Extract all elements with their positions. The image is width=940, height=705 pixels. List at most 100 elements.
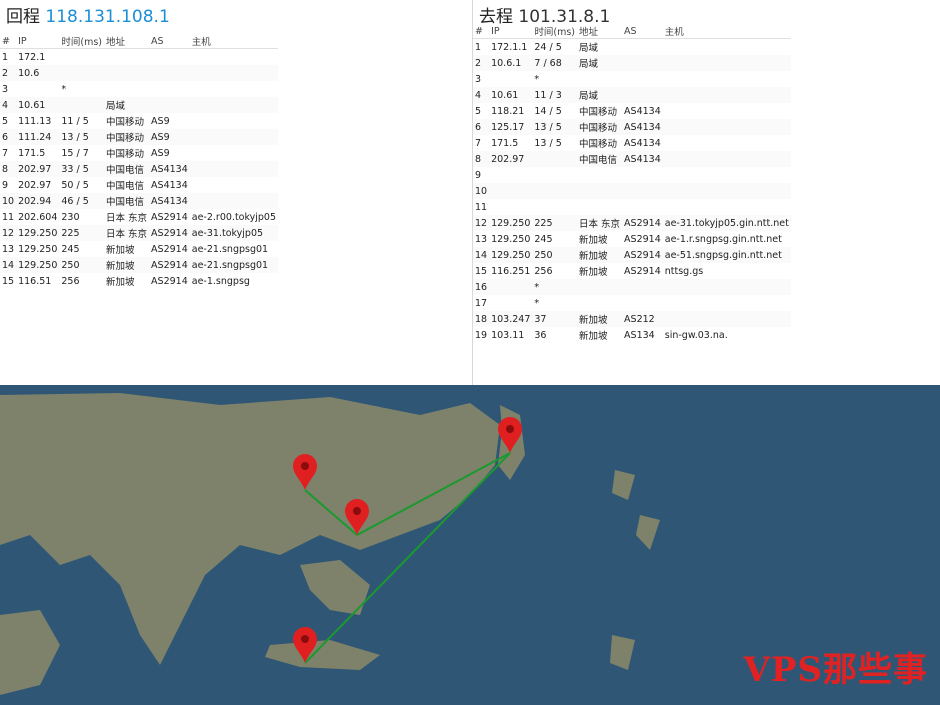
hop-cell: AS4134 — [151, 179, 188, 191]
hop-cell: 111.13 — [18, 115, 52, 127]
traceroute-panel-return: 回程 118.131.108.1 # IP 时间(ms) 地址 AS 主机 1 172.1 2… — [0, 0, 472, 385]
hop-cell — [189, 193, 279, 209]
hop-cell: AS9 — [149, 129, 190, 145]
hop-cell — [622, 39, 663, 56]
hop-cell: 37 — [532, 311, 578, 327]
hop-cell: ae-31.tokyjp05 — [189, 225, 279, 241]
hop-cell: 中国移动 — [106, 117, 145, 128]
hop-cell: 3 — [475, 73, 482, 85]
hop-cell: sin-gw.03.na. — [664, 329, 728, 341]
hop-cell: 中国移动 — [579, 139, 618, 150]
column-header: 时间(ms) — [532, 24, 578, 39]
hop-cell — [577, 167, 622, 183]
hop-cell: 11 — [2, 211, 15, 223]
hop-cell: 局域 — [579, 43, 599, 54]
hop-cell: 7 — [475, 137, 482, 149]
hop-row: 4 10.61 局域 — [0, 97, 279, 113]
hop-cell: 14 / 5 — [534, 105, 562, 117]
hop-cell — [577, 183, 623, 199]
route-map[interactable]: VPS那些事 — [0, 385, 940, 705]
hop-cell: 11 / 5 — [61, 115, 89, 127]
hop-cell: 202.97 — [18, 179, 52, 191]
hop-cell: 12 — [473, 215, 490, 231]
land-asia — [0, 393, 500, 665]
hop-cell: 13 / 5 — [534, 137, 562, 149]
hop-row: 8 202.97 33 / 5 中国电信 AS4134 — [0, 161, 279, 177]
hop-cell: 202.604 — [18, 211, 58, 223]
hop-cell: 9 — [475, 169, 482, 181]
hop-cell — [577, 199, 622, 215]
hop-cell — [622, 183, 663, 199]
hop-cell: 中国电信 — [577, 151, 623, 167]
hop-cell — [532, 199, 577, 215]
hop-cell: 8 — [473, 151, 490, 167]
hop-cell — [190, 113, 278, 129]
hop-row: 2 10.6 — [0, 65, 279, 81]
hop-cell: 2 — [473, 55, 490, 71]
hop-cell: 15 — [2, 275, 15, 287]
hop-row: 13 129.250 245 新加坡 AS2914 ae-1.r.sngpsg.gin.n… — [473, 231, 791, 247]
hop-cell: 新加坡 — [106, 277, 135, 288]
hop-cell: 中国移动 — [106, 149, 145, 160]
hop-cell: 111.24 — [16, 129, 60, 145]
hop-cell: 新加坡 — [579, 235, 608, 246]
hop-cell: AS2914 — [151, 275, 188, 287]
hop-cell: 15 / 7 — [61, 147, 89, 159]
hop-row: 14 129.250 250 新加坡 AS2914 ae-21.sngpsg01 — [0, 257, 279, 273]
hop-cell — [59, 49, 104, 66]
hop-cell: 新加坡 — [577, 247, 623, 263]
hop-row: 10 202.94 46 / 5 中国电信 AS4134 — [0, 193, 279, 209]
watermark: VPS那些事 — [743, 650, 928, 690]
hop-cell: 局域 — [104, 97, 150, 113]
target-ip-link[interactable]: 118.131.108.1 — [45, 7, 169, 27]
hop-row: 12 129.250 225 日本 东京 AS2914 ae-31.tokyjp05.gi… — [473, 215, 791, 231]
hop-cell: 250 — [532, 247, 578, 263]
hop-cell: 36 — [534, 329, 547, 341]
hop-cell: AS2914 — [624, 233, 661, 245]
hop-cell: 15 — [475, 265, 488, 277]
hop-cell: 2 — [0, 65, 17, 81]
column-header: 主机 — [189, 34, 279, 49]
land-pacific-island-b — [636, 515, 660, 550]
hop-row: 6 111.24 13 / 5 中国移动 AS9 — [0, 129, 279, 145]
hop-cell — [662, 279, 791, 295]
hop-row: 15 116.251 256 新加坡 AS2914 nttsg.gs — [473, 263, 791, 279]
hop-cell: 103.11 — [491, 329, 525, 341]
hop-row: 3 * — [473, 71, 791, 87]
hop-row: 10 — [473, 183, 791, 199]
hop-row: 14 129.250 250 新加坡 AS2914 ae-51.sngpsg.gin.nt… — [473, 247, 791, 263]
hop-row: 9 — [473, 167, 791, 183]
hop-row: 6 125.17 13 / 5 中国移动 AS4134 — [473, 119, 791, 135]
column-header: IP — [489, 24, 533, 39]
hop-cell — [489, 279, 533, 295]
hop-row: 15 116.51 256 新加坡 AS2914 ae-1.sngpsg — [0, 273, 278, 289]
hop-cell: 6 — [473, 119, 490, 135]
hop-cell: ae-21.sngpsg01 — [191, 243, 269, 255]
hop-cell: 172.1 — [18, 51, 46, 63]
hop-cell: 245 — [534, 233, 553, 245]
hop-row: 5 111.13 11 / 5 中国移动 AS9 — [0, 113, 278, 129]
hop-cell: 118.21 — [491, 105, 525, 117]
hop-cell: ae-2.r00.tokyjp05 — [191, 211, 277, 223]
hop-cell — [489, 295, 532, 311]
hop-cell — [532, 167, 577, 183]
hop-row: 1 172.1 — [0, 49, 278, 66]
hop-cell — [622, 199, 663, 215]
hop-cell: AS2914 — [151, 243, 188, 255]
hop-cell: 10.6 — [16, 65, 60, 81]
hop-cell: 103.247 — [489, 311, 533, 327]
hop-cell: 256 — [534, 265, 553, 277]
column-header: 主机 — [662, 24, 791, 39]
land-pacific-island-a — [612, 470, 635, 500]
hop-cell — [663, 71, 791, 87]
hop-cell: 7 / 68 — [532, 55, 578, 71]
hop-cell: 230 — [61, 211, 80, 223]
hop-row: 9 202.97 50 / 5 中国电信 AS4134 — [0, 177, 278, 193]
hop-cell — [190, 81, 278, 97]
hop-cell — [662, 55, 791, 71]
hop-cell: 245 — [61, 243, 80, 255]
hop-cell: 18 — [473, 311, 490, 327]
hop-cell — [663, 103, 791, 119]
hop-row: 17 * — [473, 295, 791, 311]
hop-table: # IP 时间(ms) 地址 AS 主机 1 172.1.1 24 / 5 局域 2 10.6.1 7… — [473, 24, 791, 343]
